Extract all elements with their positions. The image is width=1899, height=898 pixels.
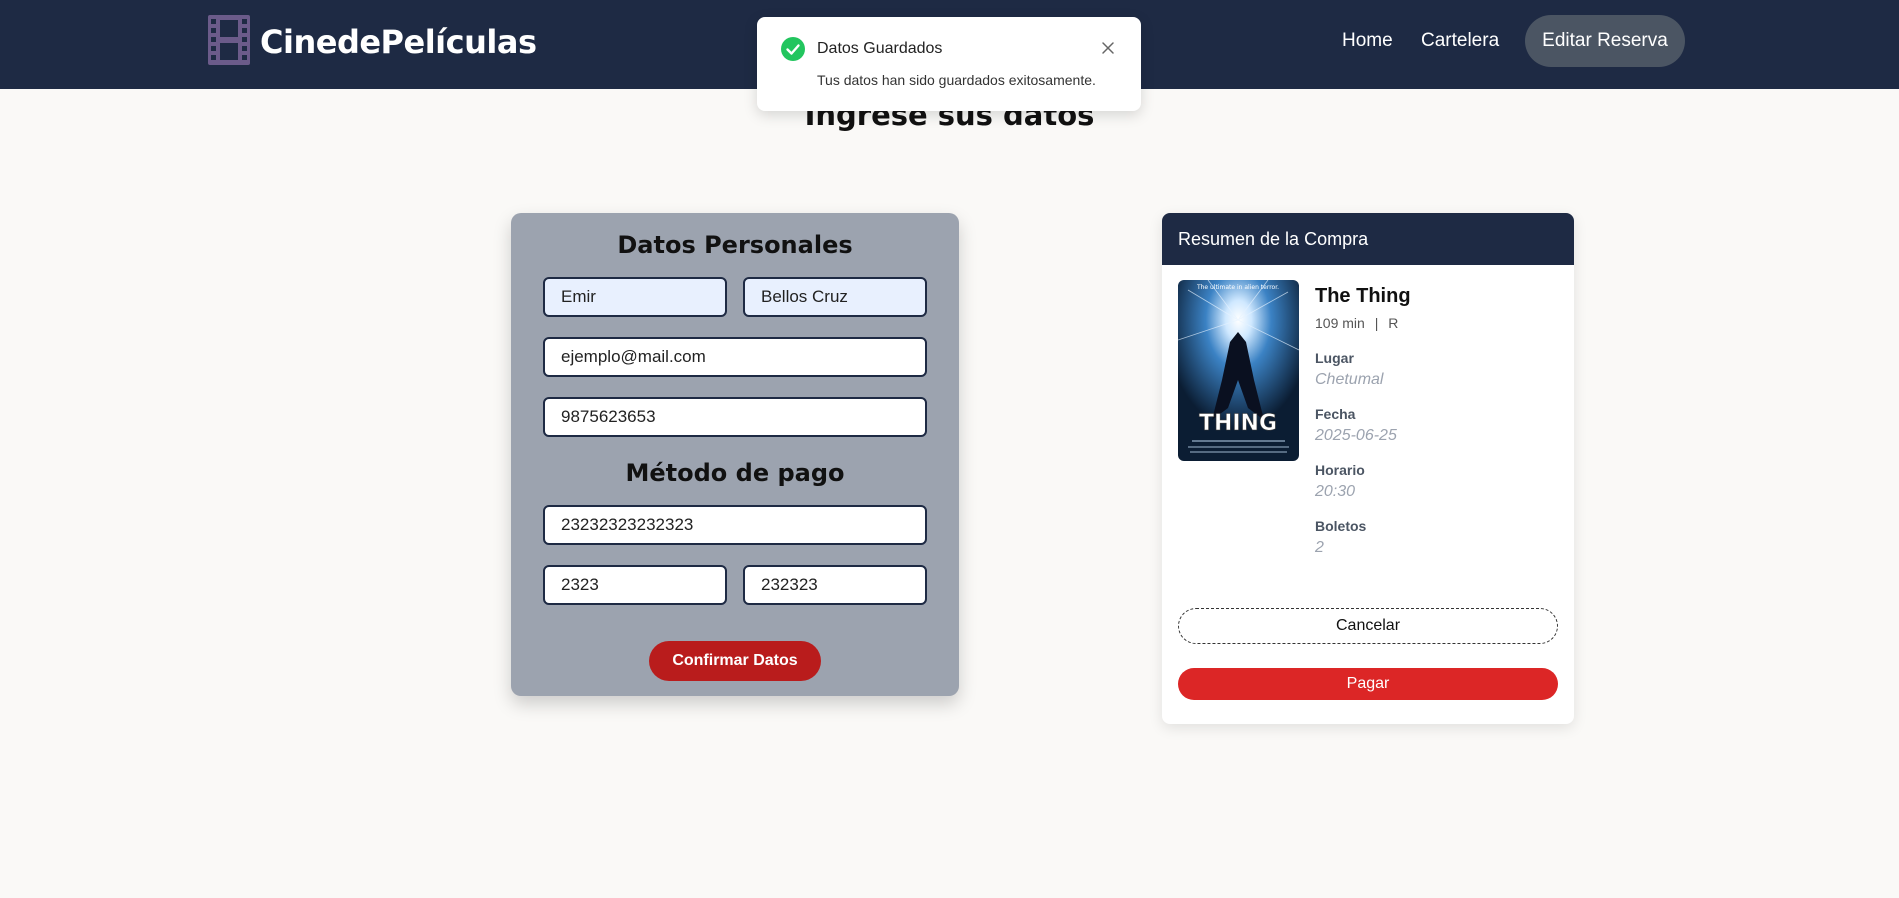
- first-name-input[interactable]: [543, 277, 727, 317]
- movie-poster: The ultimate in alien terror. THING: [1178, 280, 1299, 461]
- place-value: Chetumal: [1315, 371, 1384, 388]
- summary-header: Resumen de la Compra: [1162, 213, 1574, 265]
- card-number-field[interactable]: [543, 505, 927, 545]
- edit-reservation-button[interactable]: Editar Reserva: [1525, 15, 1685, 67]
- date-label: Fecha: [1315, 406, 1356, 422]
- summary-title: Resumen de la Compra: [1178, 229, 1369, 249]
- tickets-value: 2: [1315, 539, 1324, 556]
- nav-home-link[interactable]: Home: [1342, 30, 1393, 52]
- payment-method-title: Método de pago: [625, 459, 845, 487]
- expiry-field[interactable]: [543, 565, 727, 605]
- date-value: 2025-06-25: [1315, 427, 1397, 444]
- last-name-input[interactable]: [743, 277, 927, 317]
- brand-name: CinedePelículas: [260, 23, 537, 61]
- poster-title: THING: [1199, 411, 1277, 436]
- confirm-data-button[interactable]: Confirmar Datos: [649, 641, 821, 681]
- close-icon[interactable]: [1098, 38, 1118, 58]
- film-icon: [206, 14, 252, 71]
- toast-message: Tus datos han sido guardados exitosament…: [817, 72, 1096, 88]
- data-form-card: Datos Personales Método de pago Confirma…: [511, 213, 959, 696]
- movie-title: The Thing: [1315, 285, 1411, 307]
- brand[interactable]: CinedePelículas: [206, 14, 537, 71]
- movie-duration: 109 min: [1315, 315, 1365, 331]
- movie-rating: R: [1388, 315, 1399, 331]
- email-field[interactable]: [543, 337, 927, 377]
- pay-button[interactable]: Pagar: [1178, 668, 1558, 700]
- personal-data-title: Datos Personales: [617, 231, 853, 259]
- place-label: Lugar: [1315, 350, 1354, 366]
- poster-tagline: The ultimate in alien terror.: [1196, 284, 1279, 291]
- toast-title: Datos Guardados: [817, 40, 943, 57]
- time-value: 20:30: [1315, 483, 1356, 500]
- nav-cartelera-link[interactable]: Cartelera: [1421, 30, 1499, 52]
- meta-separator: |: [1374, 315, 1379, 331]
- check-circle-icon: [781, 37, 805, 61]
- cancel-button[interactable]: Cancelar: [1178, 608, 1558, 644]
- tickets-label: Boletos: [1315, 518, 1367, 534]
- cvv-field[interactable]: [743, 565, 927, 605]
- movie-meta: 109 min | R: [1315, 315, 1398, 331]
- purchase-summary-card: Resumen de la Compra The ultimate in ali…: [1162, 213, 1574, 724]
- phone-field[interactable]: [543, 397, 927, 437]
- success-toast: Datos Guardados Tus datos han sido guard…: [757, 17, 1141, 111]
- time-label: Horario: [1315, 462, 1365, 478]
